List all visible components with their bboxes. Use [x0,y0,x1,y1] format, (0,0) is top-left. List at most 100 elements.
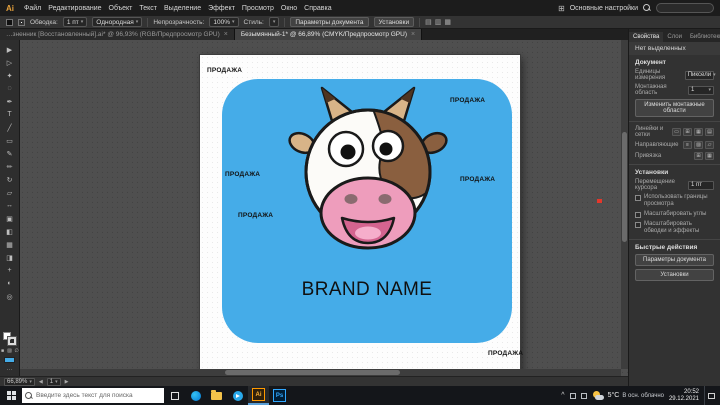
horizontal-scrollbar[interactable] [20,369,621,376]
menu-item[interactable]: Справка [304,5,331,12]
lasso-tool[interactable]: ◌ [0,82,20,95]
checkbox[interactable] [635,195,641,201]
free-transform-tool[interactable]: ▣ [0,212,20,225]
watermark-text[interactable]: ПРОДАЖА [238,212,273,219]
clock[interactable]: 20:52 29.12.2021 [669,389,699,403]
artboard[interactable]: BRAND NAME ПРОДАЖА ПРОДАЖА ПРОДАЖА ПРОДА… [200,55,523,376]
search-input[interactable] [36,389,161,402]
explorer-button[interactable] [206,386,227,405]
zoom-select[interactable]: 66,89% ▾ [4,377,35,386]
brush-select[interactable]: Однородная ▾ [92,17,143,27]
help-search-box[interactable] [656,3,714,13]
next-artboard-icon[interactable]: ▶ [65,379,69,385]
artboard-select[interactable]: 1 ▾ [688,85,714,95]
fill-color-swatch[interactable] [6,18,13,26]
gradient-button[interactable]: ▨ [7,348,13,354]
watermark-text[interactable]: ПРОДАЖА [488,350,523,357]
stroke-swatch[interactable] [8,337,16,345]
pen-tool[interactable]: ✒ [0,95,20,108]
photoshop-app-button[interactable]: Ps [269,386,290,405]
fill-stroke-swatches[interactable] [3,332,16,345]
menu-item[interactable]: Текст [139,5,157,12]
checkbox[interactable] [635,222,641,228]
rectangle-tool[interactable]: ▭ [0,134,20,147]
magic-wand-tool[interactable]: ✦ [0,69,20,82]
illustrator-app-button[interactable]: Ai [248,386,269,405]
telegram-button[interactable] [227,386,248,405]
canvas-viewport[interactable]: BRAND NAME ПРОДАЖА ПРОДАЖА ПРОДАЖА ПРОДА… [20,40,628,376]
pixel-grid-icon[interactable]: ▤ [705,128,714,136]
none-button[interactable]: ∅ [14,348,20,354]
pencil-tool[interactable]: ✏ [0,160,20,173]
color-button[interactable]: ■ [0,348,6,354]
shape-builder-tool[interactable]: ◧ [0,225,20,238]
watermark-text[interactable]: ПРОДАЖА [460,176,495,183]
close-icon[interactable]: × [411,31,415,38]
menu-item[interactable]: Окно [281,5,297,12]
scrollbar-thumb[interactable] [622,132,627,242]
scrollbar-thumb[interactable] [225,370,400,375]
cow-illustration[interactable] [288,85,448,255]
artboard-nav-select[interactable]: 1 ▾ [46,377,61,386]
gradient-tool[interactable]: ◨ [0,251,20,264]
watermark-text[interactable]: ПРОДАЖА [207,67,242,74]
brand-name-text[interactable]: BRAND NAME [222,279,512,301]
edit-artboards-button[interactable]: Изменить монтажные области [635,99,714,117]
start-button[interactable] [0,386,22,405]
watermark-text[interactable]: ПРОДАЖА [450,97,485,104]
prev-artboard-icon[interactable]: ◀ [39,379,43,385]
active-color-swatch[interactable] [4,357,15,363]
search-icon[interactable] [643,4,651,12]
document-tab-recovered[interactable]: …зненник [Восстановленный].ai* @ 96,93% … [0,29,235,40]
snap-grid-icon[interactable]: ▦ [694,128,703,136]
watermark-text[interactable]: ПРОДАЖА [225,171,260,178]
tray-icon[interactable] [569,392,576,399]
notification-center-button[interactable] [704,386,718,405]
scale-tool[interactable]: ▱ [0,186,20,199]
task-view-button[interactable] [164,386,185,405]
rotate-tool[interactable]: ↻ [0,173,20,186]
document-setup-button[interactable]: Параметры документа [635,254,714,266]
mesh-tool[interactable]: ▦ [0,238,20,251]
type-tool[interactable]: T [0,108,20,121]
align-horizontal-icon[interactable]: ▤ [425,18,432,26]
menu-item[interactable]: Редактирование [48,5,101,12]
toolbar-more-button[interactable]: … [7,366,13,372]
menu-item[interactable]: Выделение [164,5,201,12]
direct-selection-tool[interactable]: ▷ [0,56,20,69]
vertical-scrollbar[interactable] [621,40,628,369]
opacity-select[interactable]: 100% ▾ [209,17,239,27]
style-select[interactable]: ▾ [268,17,280,27]
menu-item[interactable]: Эффект [208,5,235,12]
snap-pixel-icon[interactable]: ▦ [705,152,714,160]
show-rulers-icon[interactable]: ▭ [672,128,681,136]
tab-layers[interactable]: Слои [663,32,686,42]
preferences-button[interactable]: Установки [635,269,714,281]
tray-expand-icon[interactable]: ^ [561,392,564,399]
menu-item[interactable]: Объект [109,5,133,12]
tab-properties[interactable]: Свойства [629,32,664,42]
menu-item[interactable]: Просмотр [242,5,274,12]
tray-icon[interactable] [580,392,587,399]
align-vertical-icon[interactable]: ▥ [435,18,442,26]
preferences-button[interactable]: Установки [373,17,415,27]
weather-widget[interactable]: 5°C В осн. облачно [592,390,664,401]
snap-point-icon[interactable]: ⊞ [694,152,703,160]
increment-input[interactable]: 1 пт [688,180,714,190]
snap-guides-icon[interactable]: ▱ [705,141,714,149]
stroke-color-swatch[interactable] [18,18,25,26]
zoom-tool[interactable]: ◎ [0,290,20,303]
close-icon[interactable]: × [224,31,228,38]
taskbar-search[interactable] [22,388,164,403]
document-tab-untitled[interactable]: Безымянный-1* @ 66,89% (CMYK/Предпросмот… [234,29,423,40]
paintbrush-tool[interactable]: ✎ [0,147,20,160]
browser-button[interactable] [185,386,206,405]
workspace-switcher[interactable]: Основные настройки [570,5,638,12]
units-select[interactable]: Пиксели ▾ [684,70,716,80]
selection-tool[interactable]: ▶ [0,43,20,56]
checkbox[interactable] [635,212,641,218]
document-setup-button[interactable]: Параметры документа [290,17,369,27]
width-tool[interactable]: ↔ [0,199,20,212]
show-guides-icon[interactable]: ≡ [683,141,692,149]
tab-libraries[interactable]: Библиотеки [686,32,720,42]
